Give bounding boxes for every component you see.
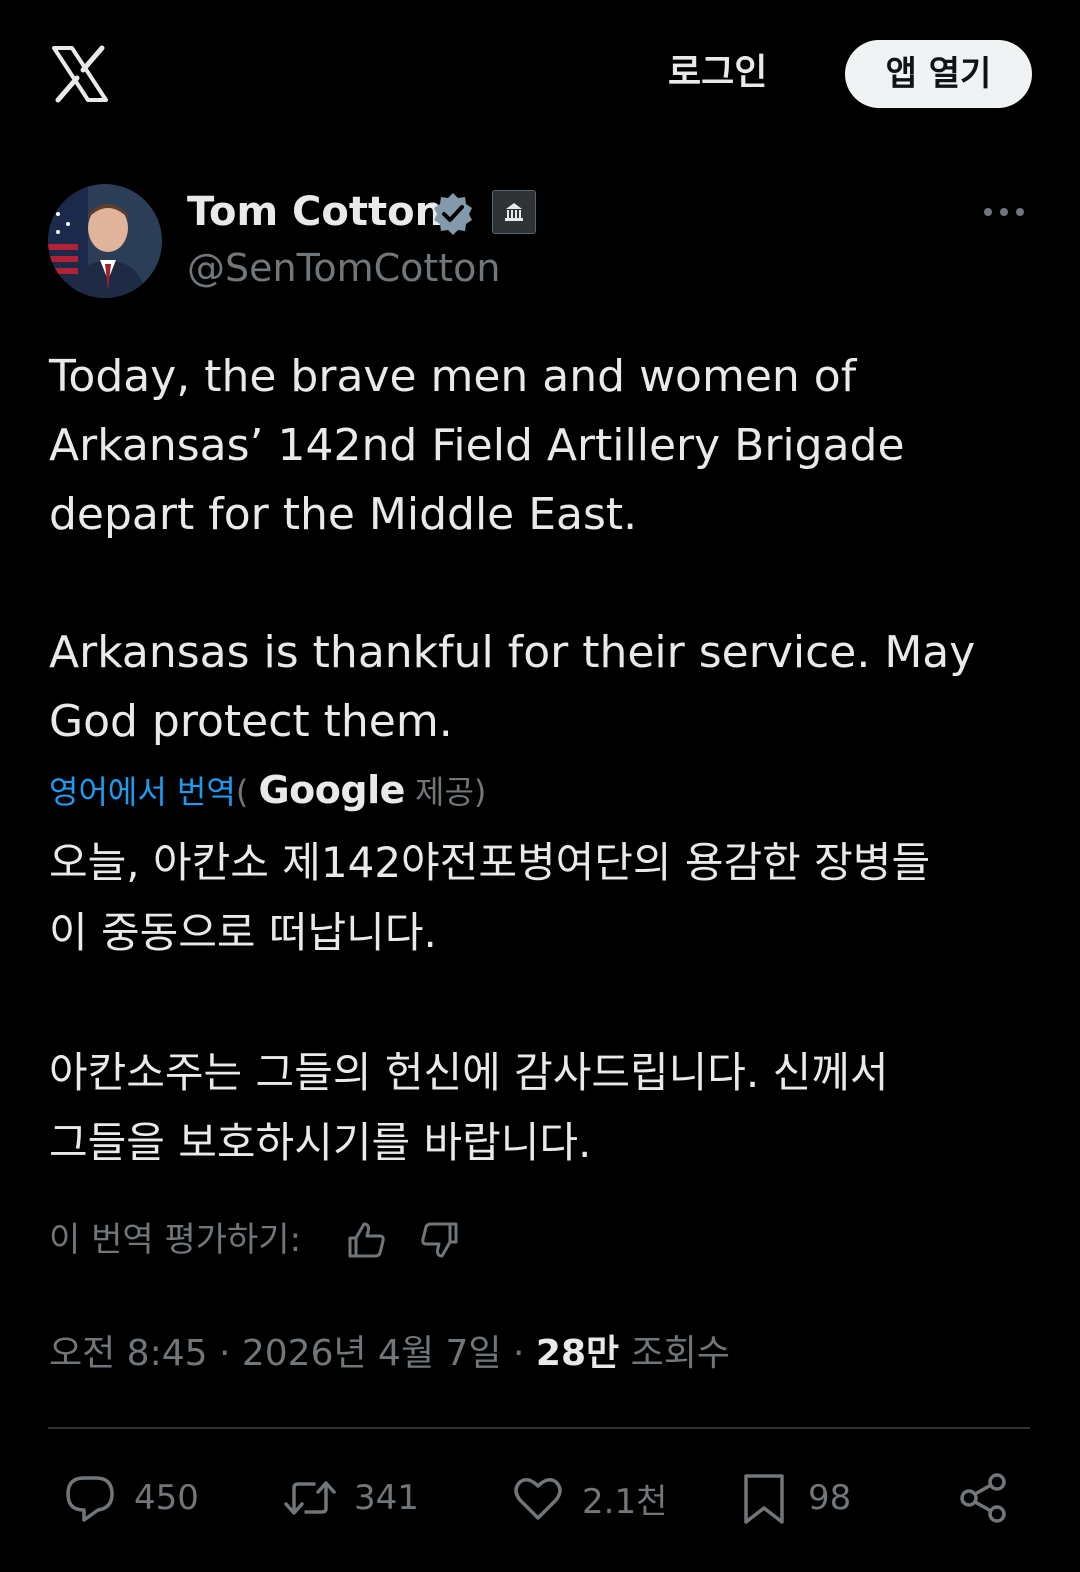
author-name[interactable]: Tom Cotton bbox=[187, 184, 443, 240]
government-building-icon bbox=[492, 190, 536, 234]
login-link[interactable]: 로그인 bbox=[668, 46, 767, 100]
reply-icon bbox=[66, 1476, 114, 1522]
tweet-line: Arkansas’ 142nd Field Artillery Brigade bbox=[49, 420, 905, 471]
divider bbox=[48, 1427, 1030, 1429]
like-count: 2.1천 bbox=[582, 1481, 668, 1522]
share-button[interactable] bbox=[955, 1468, 1011, 1528]
share-icon bbox=[960, 1473, 1006, 1523]
thumbs-down-icon[interactable] bbox=[418, 1218, 462, 1262]
tweet-line: Arkansas is thankful for their service. … bbox=[49, 627, 976, 678]
thumbs-up-icon[interactable] bbox=[344, 1218, 388, 1262]
views-count: 28만 bbox=[535, 1333, 620, 1374]
bookmark-button[interactable]: 98 bbox=[736, 1468, 851, 1528]
like-button[interactable]: 2.1천 bbox=[510, 1468, 667, 1528]
more-icon[interactable] bbox=[980, 196, 1028, 228]
author-handle[interactable]: @SenTomCotton bbox=[187, 242, 501, 294]
tweet-text: Today, the brave men and women of Arkans… bbox=[49, 342, 1034, 756]
tweet-date[interactable]: 2026년 4월 7일 bbox=[242, 1333, 502, 1374]
tweet-line: depart for the Middle East. bbox=[49, 489, 638, 540]
reply-button[interactable]: 450 bbox=[62, 1468, 199, 1528]
retweet-count: 341 bbox=[354, 1478, 419, 1518]
open-paren: ( bbox=[235, 773, 249, 811]
rate-translation-label: 이 번역 평가하기: bbox=[49, 1220, 302, 1260]
tweet-line: God protect them. bbox=[49, 696, 453, 747]
views-label: 조회수 bbox=[630, 1333, 730, 1374]
avatar[interactable] bbox=[48, 184, 162, 298]
bookmark-icon bbox=[744, 1474, 784, 1524]
tweet-meta: 오전 8:45 · 2026년 4월 7일 · 28만 조회수 bbox=[49, 1326, 730, 1382]
heart-icon bbox=[514, 1478, 562, 1520]
translated-line: 아칸소주는 그들의 헌신에 감사드립니다. 신께서 bbox=[49, 1048, 889, 1097]
x-logo-icon[interactable] bbox=[50, 44, 110, 104]
meta-separator: · bbox=[501, 1333, 536, 1374]
tweet-time[interactable]: 오전 8:45 bbox=[49, 1333, 208, 1374]
provided-label: 제공) bbox=[415, 773, 487, 811]
translate-link[interactable]: 영어에서 번역 bbox=[49, 773, 236, 811]
retweet-icon bbox=[284, 1481, 336, 1515]
translated-line: 이 중동으로 떠납니다. bbox=[49, 908, 437, 957]
open-app-button[interactable]: 앱 열기 bbox=[845, 40, 1032, 108]
bookmark-count: 98 bbox=[808, 1478, 852, 1518]
translated-line: 그들을 보호하시기를 바랍니다. bbox=[49, 1118, 592, 1167]
google-logo: Google bbox=[258, 768, 405, 812]
reply-count: 450 bbox=[134, 1478, 199, 1518]
tweet-page: 로그인 앱 열기 Tom Cotton @SenTomCotton Today,… bbox=[0, 0, 1080, 1572]
translated-text: 오늘, 아칸소 제142야전포병여단의 용감한 장병들 이 중동으로 떠납니다.… bbox=[49, 828, 1034, 1178]
retweet-button[interactable]: 341 bbox=[282, 1468, 419, 1528]
verified-badge-icon bbox=[434, 193, 472, 235]
meta-separator: · bbox=[207, 1333, 242, 1374]
tweet-line: Today, the brave men and women of bbox=[49, 351, 857, 402]
translation-attribution: 영어에서 번역( Google 제공) bbox=[49, 764, 486, 816]
translated-line: 오늘, 아칸소 제142야전포병여단의 용감한 장병들 bbox=[49, 838, 931, 887]
